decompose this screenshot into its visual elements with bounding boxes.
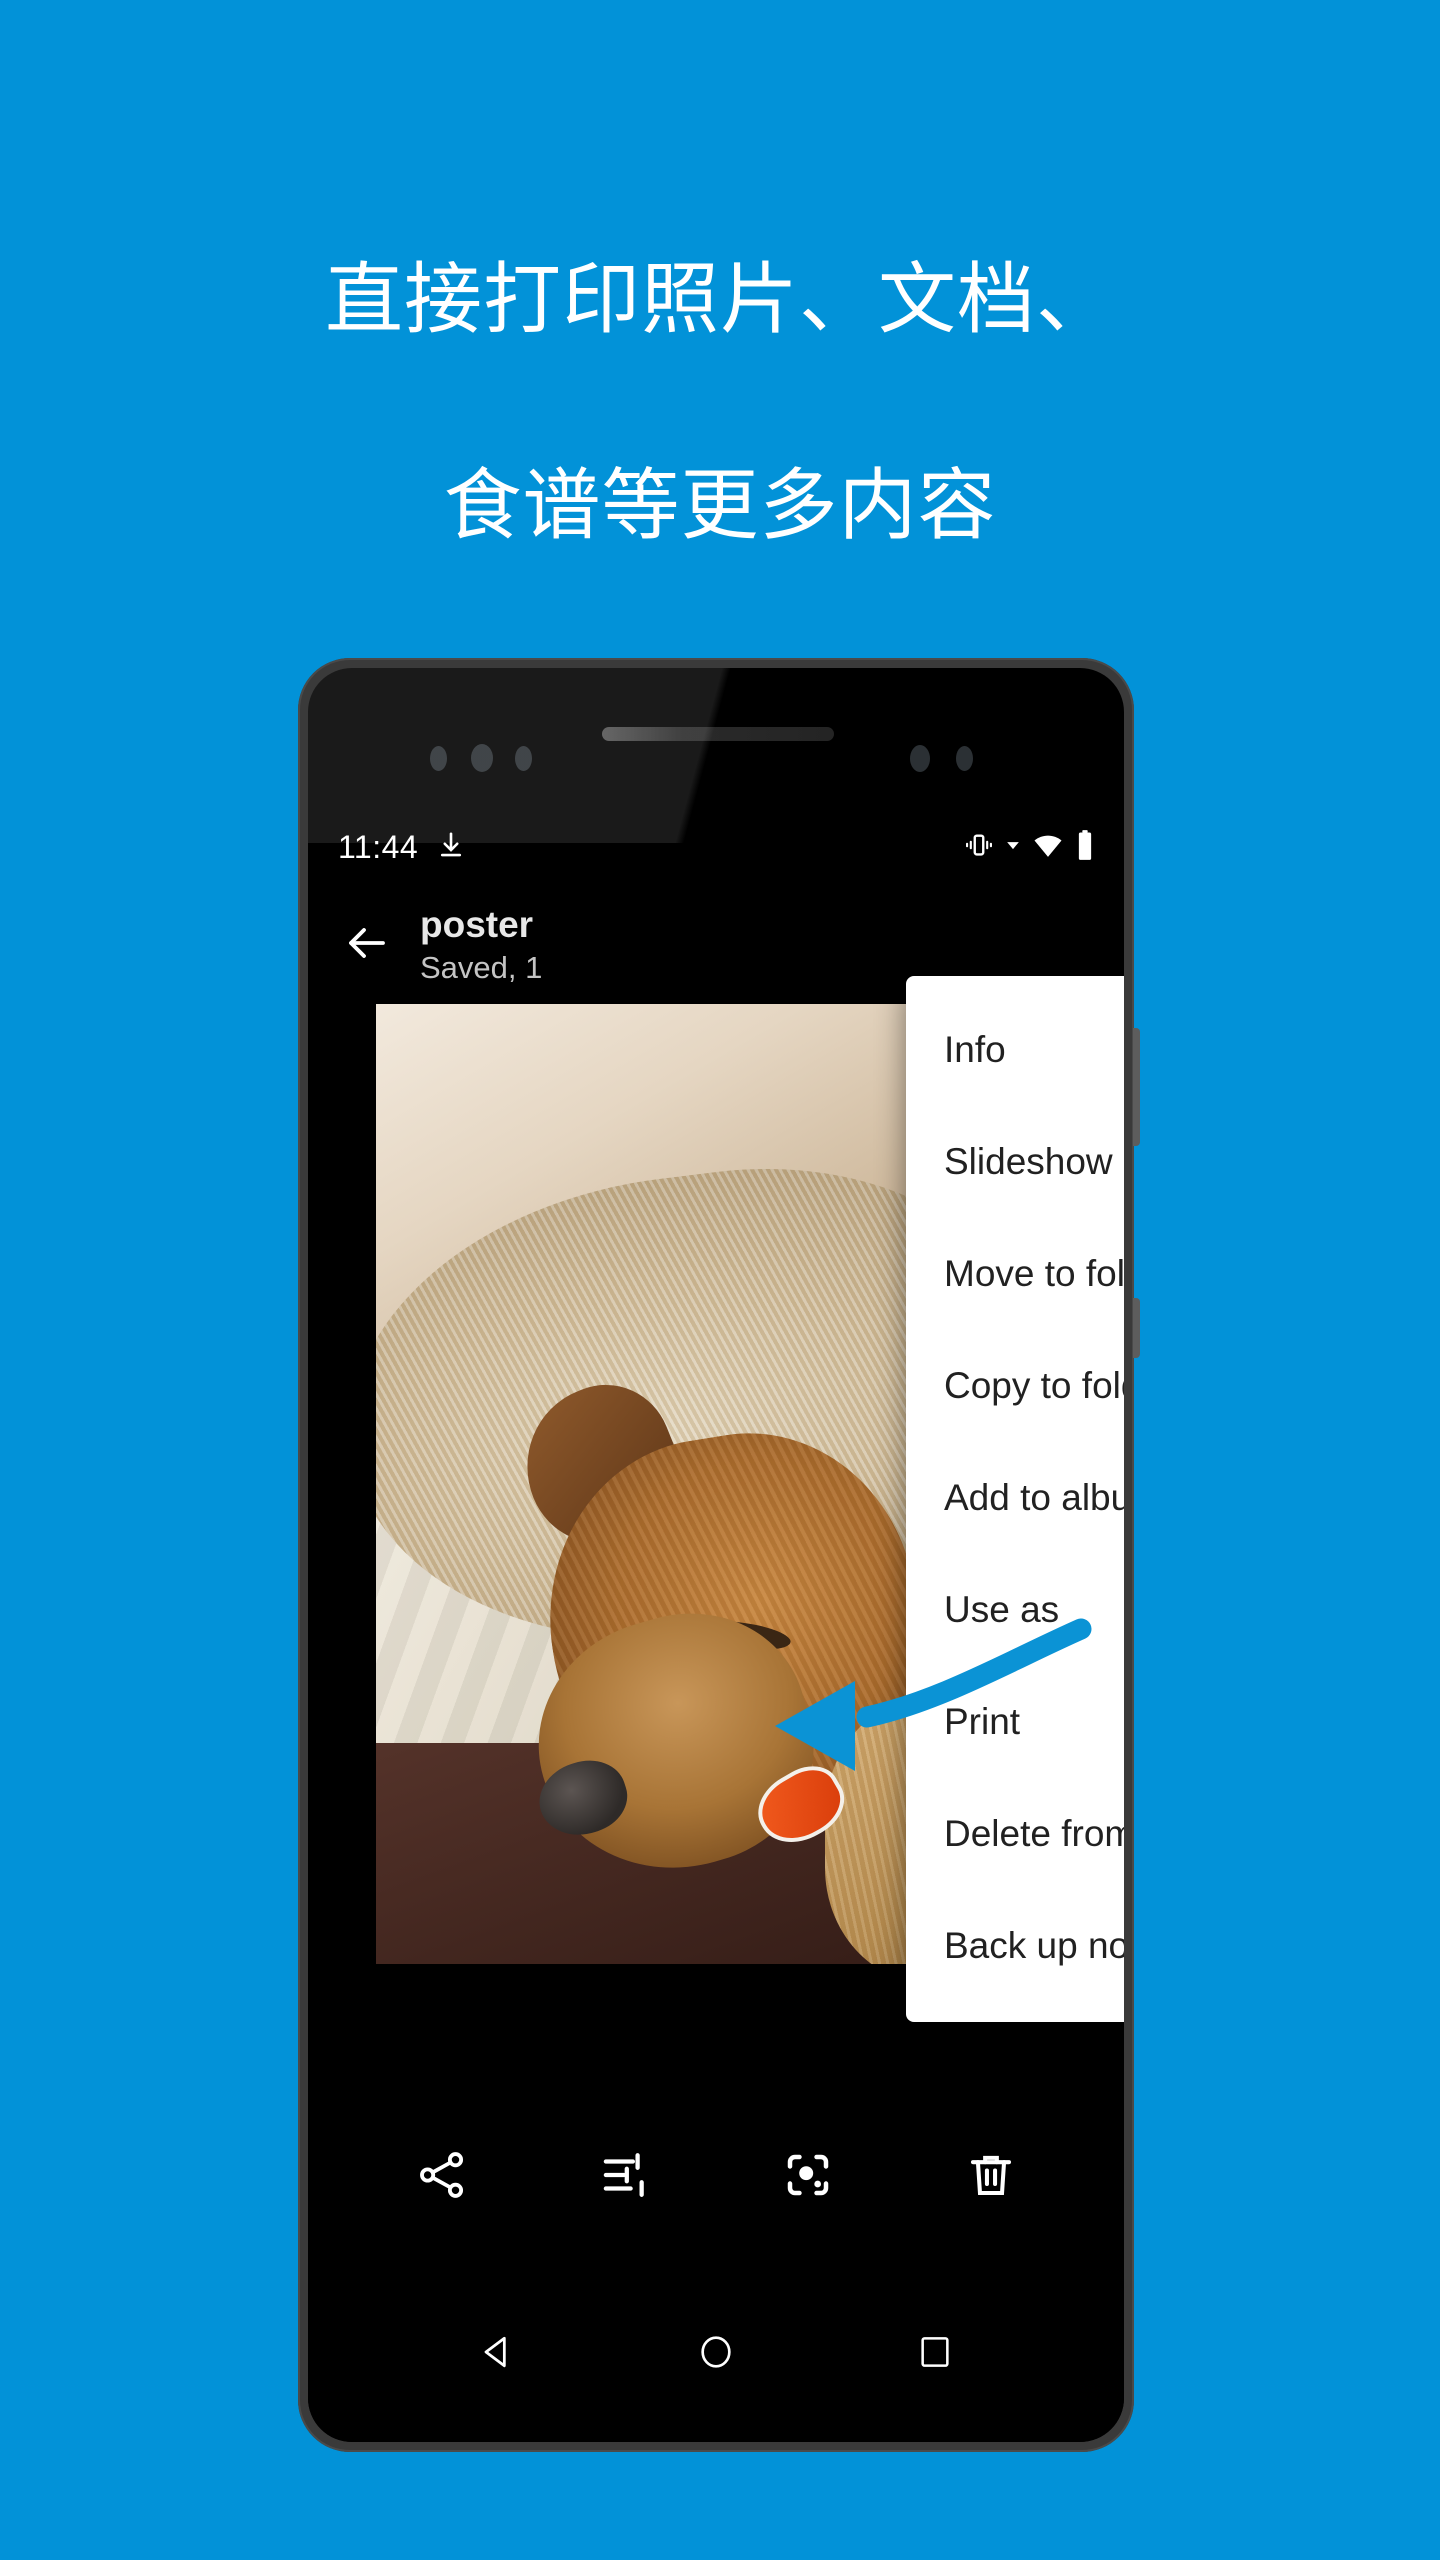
lens-button[interactable] (753, 2122, 863, 2232)
battery-icon (1076, 829, 1094, 866)
nav-home-icon (696, 2332, 736, 2377)
menu-item-back-up-now[interactable]: Back up now (906, 1890, 1124, 2002)
overflow-menu: Info Slideshow Move to folder Copy to fo… (906, 976, 1124, 2022)
edit-button[interactable] (570, 2122, 680, 2232)
phone-volume-button[interactable] (1133, 1298, 1140, 1358)
nav-recents-button[interactable] (887, 2306, 983, 2402)
nav-home-button[interactable] (668, 2306, 764, 2402)
vibrate-icon (964, 830, 994, 865)
menu-item-delete-from-device[interactable]: Delete from device (906, 1778, 1124, 1890)
earpiece-speaker (602, 727, 834, 741)
android-navigation-bar (308, 2294, 1124, 2414)
edit-icon (598, 2148, 652, 2207)
arrow-back-icon (343, 919, 391, 972)
status-bar: 11:44 (308, 808, 1124, 886)
nav-recents-icon (916, 2333, 954, 2376)
phone-mockup: 11:44 poster Saved, 1 Info Slideshow Mov… (298, 658, 1140, 2452)
share-button[interactable] (387, 2122, 497, 2232)
nav-back-icon (475, 2330, 519, 2379)
status-clock: 11:44 (338, 828, 419, 865)
headline-line-1: 直接打印照片、文档、 (324, 254, 1115, 343)
menu-item-copy-to-folder[interactable]: Copy to folder (906, 1330, 1124, 1442)
sensor-dot (430, 746, 447, 771)
delete-button[interactable] (936, 2122, 1046, 2232)
menu-item-slideshow[interactable]: Slideshow (906, 1106, 1124, 1218)
menu-item-move-to-folder[interactable]: Move to folder (906, 1218, 1124, 1330)
back-button[interactable] (330, 908, 404, 982)
sensor-dot (956, 746, 973, 771)
phone-screen-bezel: 11:44 poster Saved, 1 Info Slideshow Mov… (308, 668, 1124, 2442)
chevron-down-icon (1006, 838, 1020, 857)
share-icon (415, 2148, 469, 2207)
front-camera (471, 744, 493, 772)
photo-subtitle: Saved, 1 (420, 950, 543, 986)
photo-action-toolbar (308, 2112, 1124, 2242)
app-bar-titles: poster Saved, 1 (420, 904, 542, 987)
phone-power-button[interactable] (1133, 1028, 1140, 1146)
lens-icon (781, 2148, 835, 2207)
sensor-dot (515, 746, 532, 771)
phone-screen: 11:44 poster Saved, 1 Info Slideshow Mov… (308, 808, 1124, 2442)
headline-line-2: 食谱等更多内容 (443, 460, 997, 549)
wifi-icon (1032, 830, 1064, 865)
menu-item-use-as[interactable]: Use as (906, 1554, 1124, 1666)
page-headline: 直接打印照片、文档、 食谱等更多内容 (0, 145, 1440, 660)
front-sensor-cluster (308, 744, 1124, 778)
menu-item-info[interactable]: Info (906, 994, 1124, 1106)
menu-item-add-to-album[interactable]: Add to album (906, 1442, 1124, 1554)
photo-title: poster (420, 903, 534, 945)
nav-back-button[interactable] (449, 2306, 545, 2402)
delete-icon (964, 2148, 1018, 2207)
download-icon (436, 830, 466, 865)
menu-item-print[interactable]: Print (906, 1666, 1124, 1778)
sensor-dot (910, 745, 930, 772)
